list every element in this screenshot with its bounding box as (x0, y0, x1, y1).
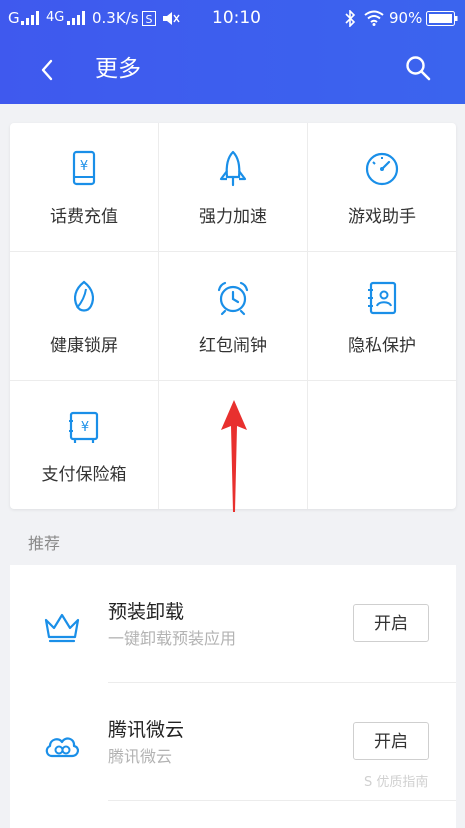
annotation-arrow-icon (221, 400, 247, 512)
grid-item-label: 健康锁屏 (50, 336, 118, 356)
grid-item-game-assistant[interactable]: 游戏助手 (308, 123, 456, 251)
carrier-label: G (8, 9, 20, 27)
cloud-icon (45, 737, 79, 758)
wifi-icon (364, 10, 384, 26)
grid-item-payment-safe[interactable]: ¥ 支付保险箱 (10, 381, 158, 509)
mute-icon (163, 12, 180, 25)
svg-text:¥: ¥ (80, 159, 88, 174)
grid-item-label: 红包闹钟 (199, 336, 267, 356)
nav-bar: 更多 (0, 36, 465, 104)
grid-item-label: 游戏助手 (348, 207, 416, 227)
enable-button[interactable]: 开启 (353, 722, 429, 760)
clock: 10:10 (212, 8, 261, 28)
svg-text:S: S (146, 13, 153, 26)
enable-button[interactable]: 开启 (353, 604, 429, 642)
crown-icon (44, 613, 80, 643)
grid-item-red-packet-alarm[interactable]: 红包闹钟 (159, 252, 307, 380)
watermark: S 优质指南 (364, 775, 429, 790)
chevron-left-icon[interactable] (36, 56, 60, 84)
grid-item-boost[interactable]: 强力加速 (159, 123, 307, 251)
leaf-icon (73, 280, 95, 312)
signal-2-icon (67, 11, 85, 25)
app-header: G 4G 0.3K/s S 10:10 90% 更多 (0, 0, 465, 104)
recommend-item-preinstall-uninstall[interactable]: 预装卸载 一键卸载预装应用 开启 (10, 565, 456, 683)
contact-book-icon (368, 281, 397, 315)
svg-text:¥: ¥ (81, 420, 89, 435)
recommend-item-desc: 一键卸载预装应用 (108, 629, 237, 648)
grid-item-health-lock[interactable]: 健康锁屏 (10, 252, 158, 380)
signal-icon (21, 11, 39, 25)
battery-label: 90% (389, 9, 423, 27)
recommend-item-name: 腾讯微云 (108, 719, 185, 741)
rocket-icon (219, 150, 247, 187)
bluetooth-icon (345, 10, 356, 27)
grid-item-label: 强力加速 (199, 207, 267, 227)
battery-icon (426, 11, 458, 26)
grid-item-label: 支付保险箱 (41, 465, 127, 485)
phone-recharge-icon: ¥ (72, 150, 96, 186)
recommend-item-name: 预装卸载 (108, 601, 185, 623)
grid-item-privacy[interactable]: 隐私保护 (308, 252, 456, 380)
network-label: 4G (46, 10, 65, 25)
safe-icon: ¥ (69, 411, 99, 443)
section-title-recommend: 推荐 (28, 534, 61, 553)
recommend-item-desc: 腾讯微云 (108, 747, 173, 766)
speed-label: 0.3K/s (92, 9, 139, 27)
list-divider (108, 800, 456, 801)
grid-item-label: 隐私保护 (348, 336, 416, 356)
grid-item-phone-recharge[interactable]: ¥ 话费充值 (10, 123, 158, 251)
gauge-icon (365, 152, 399, 186)
s-box-icon: S (142, 11, 156, 26)
alarm-clock-icon (217, 281, 249, 316)
search-icon[interactable] (404, 54, 432, 82)
grid-item-empty (308, 381, 456, 509)
status-bar: G 4G 0.3K/s S 10:10 90% (0, 0, 465, 36)
grid-item-label: 话费充值 (50, 207, 118, 227)
page-title: 更多 (95, 56, 141, 82)
